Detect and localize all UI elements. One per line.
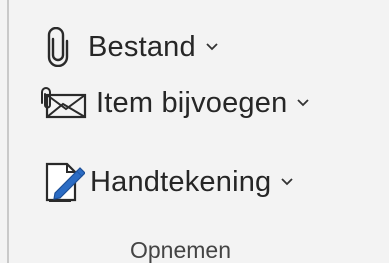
attach-item-icon — [38, 82, 90, 124]
ribbon-group-insert: Bestand Item bijvoegen Handtekening Opne… — [0, 0, 389, 263]
attach-item-button[interactable]: Item bijvoegen — [38, 78, 315, 128]
attach-file-label: Bestand — [88, 30, 196, 63]
signature-label: Handtekening — [90, 165, 272, 198]
attach-item-label: Item bijvoegen — [96, 86, 288, 119]
paperclip-icon — [40, 25, 76, 69]
signature-icon — [42, 160, 86, 204]
chevron-down-icon[interactable] — [206, 43, 218, 51]
signature-button[interactable]: Handtekening — [42, 157, 299, 207]
chevron-down-icon[interactable] — [297, 99, 310, 107]
attach-file-button[interactable]: Bestand — [40, 22, 224, 72]
group-label: Opnemen — [130, 237, 232, 263]
chevron-down-icon[interactable] — [281, 178, 294, 186]
